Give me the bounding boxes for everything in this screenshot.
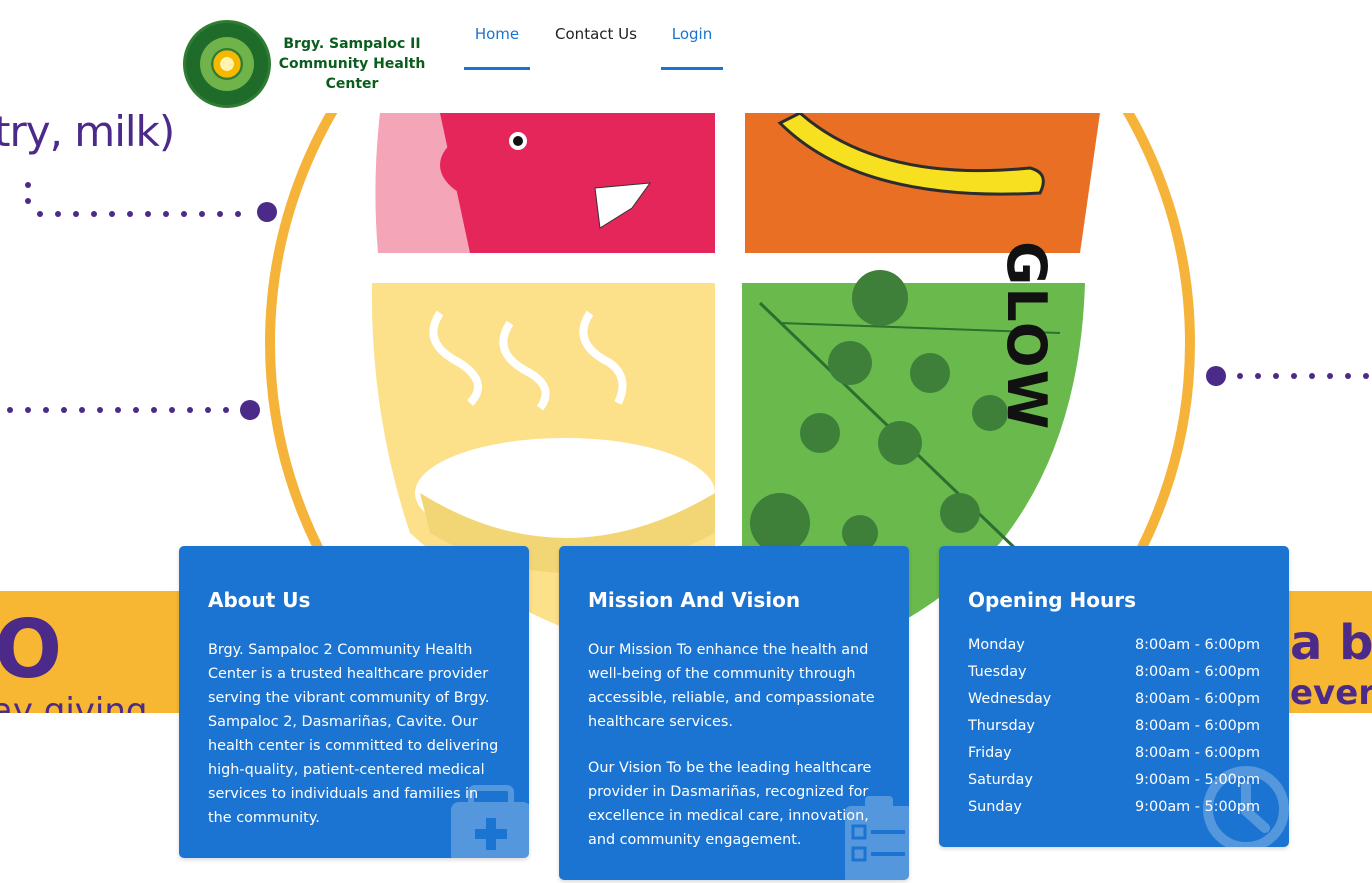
clipboard-checklist-icon — [845, 796, 909, 880]
brand-line-3: Center — [325, 76, 379, 92]
mission-vision-card: Mission And Vision Our Mission To enhanc… — [559, 546, 909, 880]
hours-row: Monday 8:00am - 6:00pm — [968, 632, 1260, 659]
hero-bottom-right-text: a ba — [1290, 615, 1372, 671]
hours-row: Thursday 8:00am - 6:00pm — [968, 713, 1260, 740]
hours-day: Saturday — [968, 772, 1033, 788]
hero-side-text: try, milk) — [0, 113, 175, 156]
glow-label: GLOW — [995, 241, 1058, 432]
about-us-title: About Us — [208, 588, 311, 612]
hours-row: Friday 8:00am - 6:00pm — [968, 740, 1260, 767]
nav-home[interactable]: Home — [464, 22, 530, 70]
hours-day: Tuesday — [968, 664, 1027, 680]
hours-day: Wednesday — [968, 691, 1052, 707]
nav-contact-us[interactable]: Contact Us — [551, 22, 641, 70]
first-aid-kit-icon — [451, 785, 529, 858]
hours-time: 8:00am - 6:00pm — [1135, 637, 1260, 653]
site-header: Brgy. Sampaloc II Community Health Cente… — [0, 0, 1372, 113]
mission-text: Our Mission To enhance the health and we… — [588, 642, 875, 730]
hours-day: Monday — [968, 637, 1025, 653]
hours-day: Sunday — [968, 799, 1022, 815]
hours-time: 8:00am - 6:00pm — [1135, 745, 1260, 761]
about-us-card: About Us Brgy. Sampaloc 2 Community Heal… — [179, 546, 529, 858]
hours-day: Thursday — [968, 718, 1035, 734]
hero-bottom-right-sub: everyd — [1290, 673, 1372, 713]
hero-bottom-left-text: O — [0, 603, 63, 696]
hours-time: 8:00am - 6:00pm — [1135, 718, 1260, 734]
nav-login[interactable]: Login — [661, 22, 723, 70]
hours-row: Tuesday 8:00am - 6:00pm — [968, 659, 1260, 686]
vision-text: Our Vision To be the leading healthcare … — [588, 760, 872, 848]
hours-time: 8:00am - 6:00pm — [1135, 664, 1260, 680]
hours-time: 8:00am - 6:00pm — [1135, 691, 1260, 707]
mission-vision-title: Mission And Vision — [588, 588, 801, 612]
main-nav: Home Contact Us Login — [0, 22, 1372, 72]
opening-hours-card: Opening Hours Monday 8:00am - 6:00pm Tue… — [939, 546, 1289, 847]
hours-row: Wednesday 8:00am - 6:00pm — [968, 686, 1260, 713]
hero-bottom-left-sub: ay giving — [0, 691, 148, 713]
opening-hours-title: Opening Hours — [968, 588, 1136, 612]
clock-icon — [1203, 766, 1289, 847]
hours-day: Friday — [968, 745, 1012, 761]
